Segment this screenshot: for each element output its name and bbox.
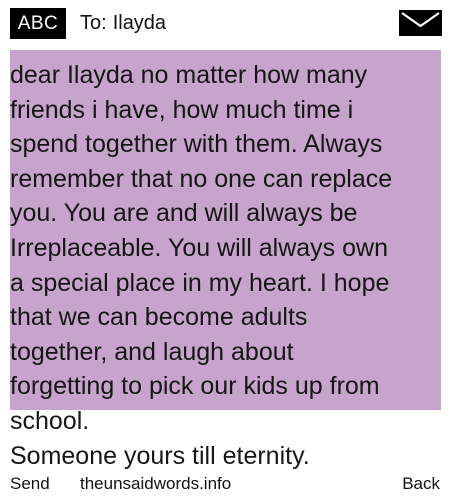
message-header: ABC To: Ilayda bbox=[0, 0, 450, 44]
input-mode-badge[interactable]: ABC bbox=[10, 8, 66, 39]
send-button[interactable]: Send bbox=[10, 470, 50, 498]
message-body[interactable]: dear Ilayda no matter how many friends i… bbox=[10, 58, 430, 473]
back-button[interactable]: Back bbox=[402, 470, 440, 498]
site-watermark: theunsaidwords.info bbox=[80, 474, 232, 493]
softkey-bar: Send theunsaidwords.info Back bbox=[0, 470, 450, 498]
to-label: To: bbox=[80, 12, 107, 34]
recipient-field[interactable]: To: Ilayda bbox=[80, 9, 166, 37]
recipient-name: Ilayda bbox=[112, 12, 167, 34]
envelope-icon bbox=[399, 10, 442, 36]
